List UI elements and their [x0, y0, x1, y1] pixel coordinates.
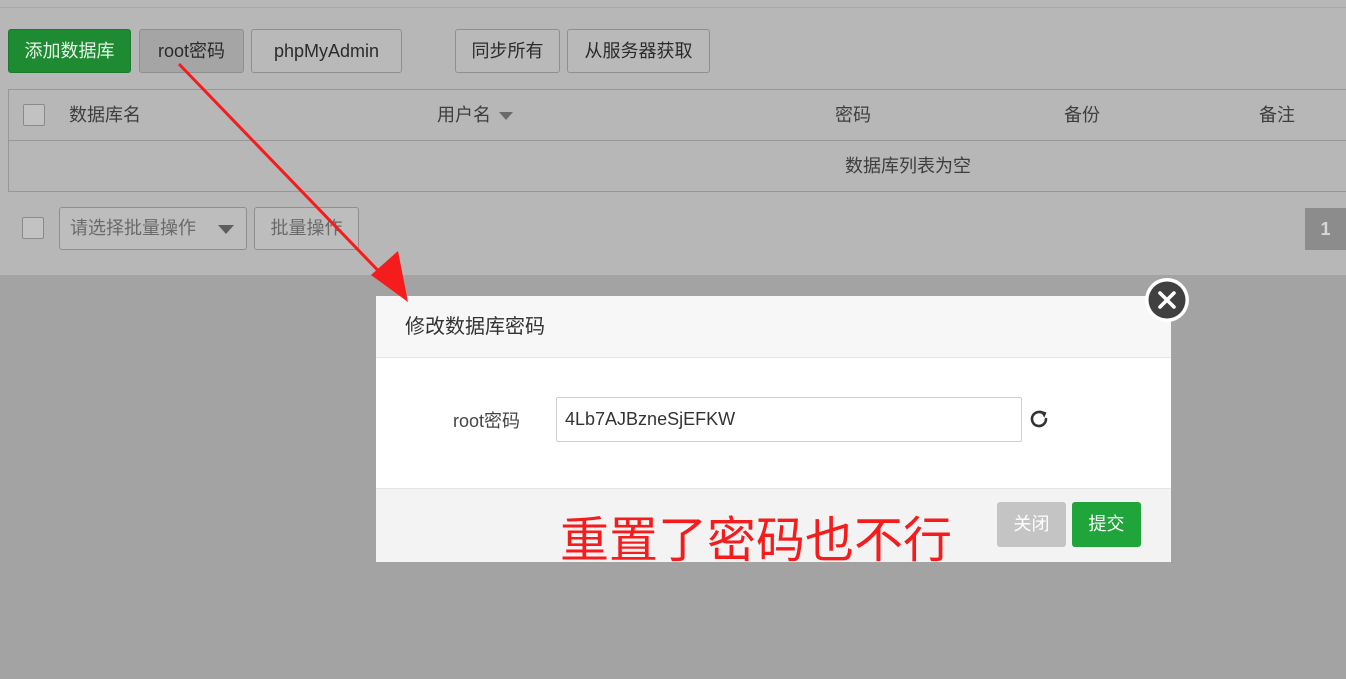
batch-select-placeholder: 请选择批量操作	[70, 218, 196, 238]
sort-down-icon[interactable]	[499, 112, 513, 121]
fetch-from-server-button[interactable]: 从服务器获取	[567, 29, 710, 73]
column-notes: 备注	[1259, 105, 1295, 125]
database-table: 数据库名 用户名 密码 备份 备注 数据库列表为空	[8, 89, 1346, 192]
top-strip	[0, 0, 1346, 8]
select-all-checkbox[interactable]	[23, 104, 45, 126]
root-password-button[interactable]: root密码	[139, 29, 244, 73]
dialog-header: 修改数据库密码	[376, 296, 1171, 358]
empty-message: 数据库列表为空	[845, 156, 971, 176]
submit-button[interactable]: 提交	[1072, 502, 1141, 547]
root-password-label: root密码	[453, 411, 521, 431]
dialog-close-icon[interactable]	[1143, 276, 1191, 324]
dropdown-caret-icon	[218, 225, 234, 234]
phpmyadmin-button[interactable]: phpMyAdmin	[251, 29, 402, 73]
column-username[interactable]: 用户名	[437, 90, 513, 141]
refresh-icon[interactable]	[1027, 407, 1051, 431]
column-backup: 备份	[1064, 105, 1100, 125]
sync-all-button[interactable]: 同步所有	[455, 29, 560, 73]
batch-select-checkbox[interactable]	[22, 217, 44, 239]
column-database-name: 数据库名	[69, 105, 141, 125]
batch-operation-select[interactable]: 请选择批量操作	[59, 207, 247, 250]
table-header: 数据库名 用户名 密码 备份 备注	[9, 90, 1346, 141]
dialog-title: 修改数据库密码	[405, 316, 545, 338]
root-password-input[interactable]	[556, 397, 1022, 442]
batch-operation-button[interactable]: 批量操作	[254, 207, 359, 250]
pagination-current-page[interactable]: 1	[1305, 208, 1346, 250]
add-database-button[interactable]: 添加数据库	[8, 29, 131, 73]
column-username-label: 用户名	[437, 105, 491, 125]
close-button[interactable]: 关闭	[997, 502, 1066, 547]
annotation-text: 重置了密码也不行	[560, 512, 953, 562]
column-password: 密码	[835, 105, 871, 125]
empty-row: 数据库列表为空	[9, 141, 1346, 191]
